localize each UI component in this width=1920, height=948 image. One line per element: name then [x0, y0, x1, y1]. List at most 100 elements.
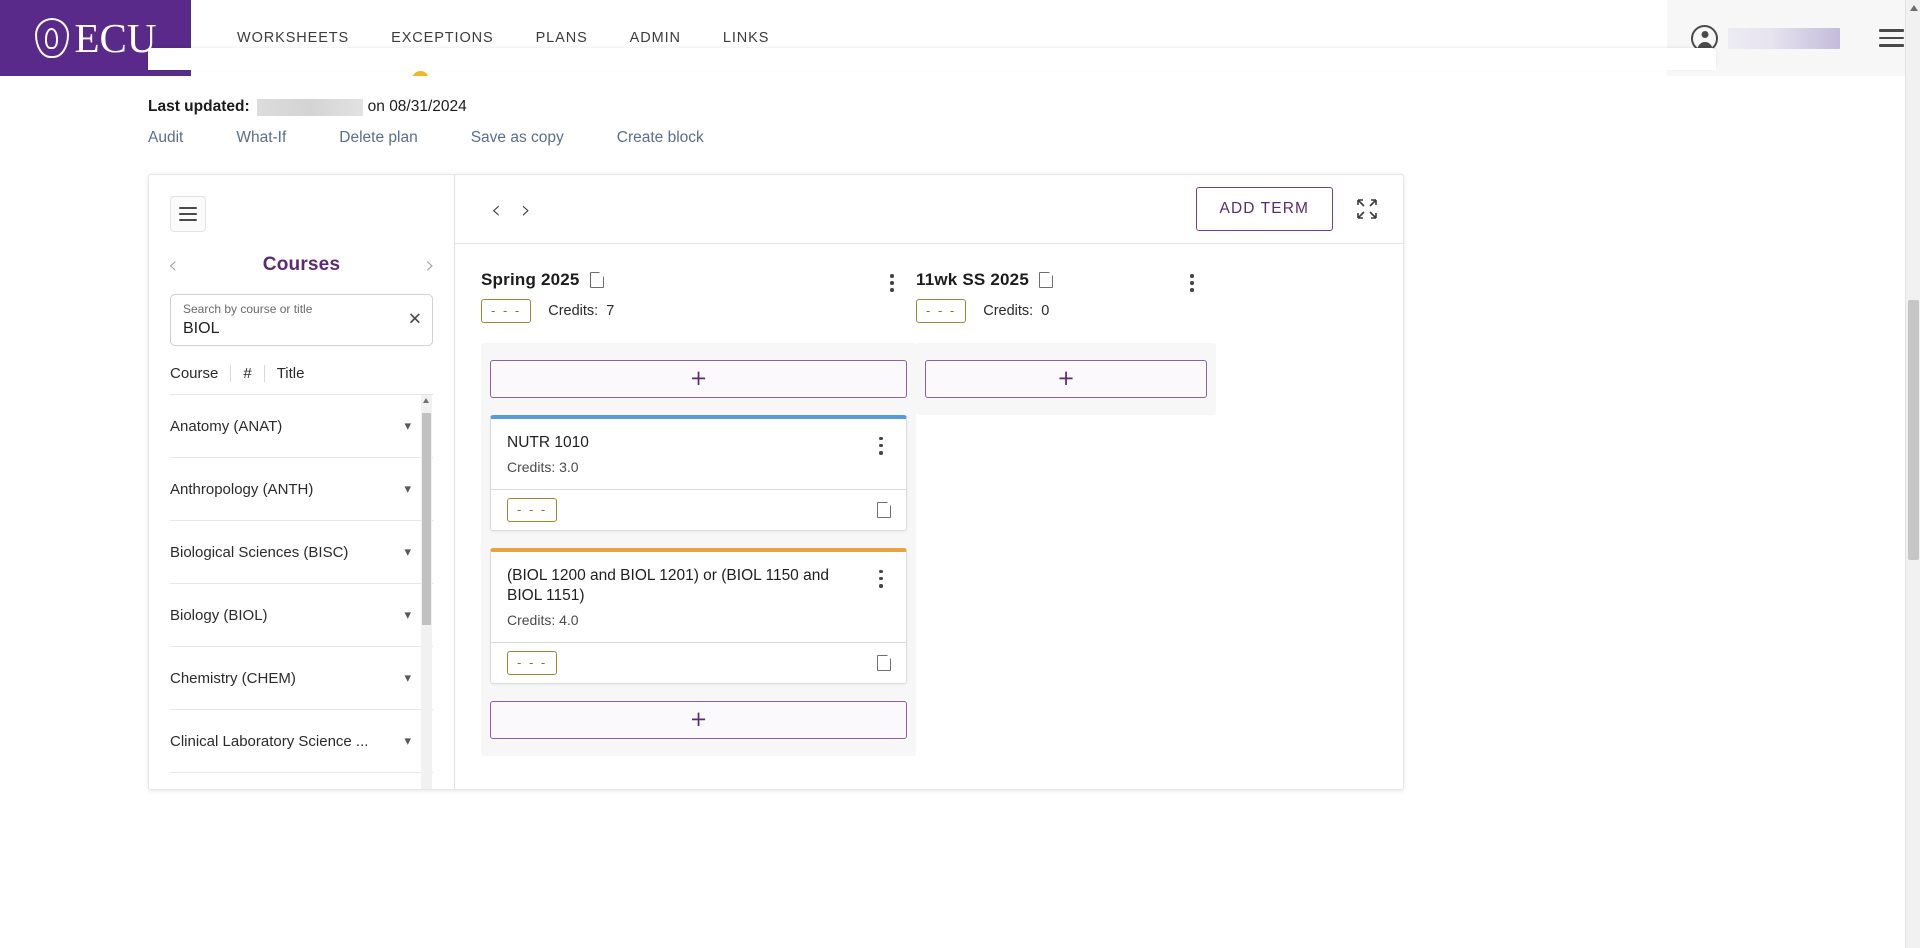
course-credits-label: Credits:	[507, 611, 556, 628]
save-as-copy-link[interactable]: Save as copy	[471, 129, 564, 147]
plan-actions-row: Audit What-If Delete plan Save as copy C…	[0, 116, 1920, 147]
list-item[interactable]: Biology (BIOL) ▾	[170, 584, 433, 647]
kebab-dot	[879, 583, 883, 588]
clear-search-icon[interactable]: ✕	[408, 311, 422, 329]
next-term-icon[interactable]: ›	[511, 197, 541, 222]
create-block-link[interactable]: Create block	[617, 129, 704, 147]
ecu-seal-icon	[34, 18, 69, 58]
last-updated-user-redacted	[256, 98, 363, 116]
course-panel-title: Courses	[262, 254, 341, 275]
logo-wordmark: ECU	[74, 14, 157, 61]
course-status-badge[interactable]: - - -	[507, 497, 558, 522]
term-options-kebab-icon[interactable]	[882, 270, 902, 292]
term-credits-value: 7	[606, 302, 615, 319]
term-title-line: Spring 2025	[481, 270, 605, 290]
panel-next-chevron-icon[interactable]: ›	[425, 253, 435, 277]
kebab-dot	[890, 274, 894, 278]
subject-list-scrollbar[interactable]	[421, 395, 432, 789]
course-card-footer: - - -	[491, 641, 906, 683]
column-header-number: #	[230, 365, 263, 382]
course-search-input[interactable]: BIOL	[183, 316, 394, 340]
scrollbar-thumb[interactable]	[1908, 300, 1919, 560]
chevron-down-icon[interactable]: ▾	[404, 419, 411, 434]
course-status-badge[interactable]: - - -	[507, 650, 558, 675]
term-credits-label: Credits:	[548, 302, 599, 319]
course-credits-label: Credits:	[507, 458, 556, 475]
course-card-text: (BIOL 1200 and BIOL 1201) or (BIOL 1150 …	[507, 566, 871, 628]
terms-toolbar: ‹ › ADD TERM	[455, 175, 1403, 244]
scroll-up-arrow-icon[interactable]	[423, 398, 429, 403]
column-header-title: Title	[263, 365, 304, 382]
course-search-panel: ‹ Courses › Search by course or title BI…	[149, 175, 455, 789]
page-body: Last updated: on 08/31/2024 Audit What-I…	[0, 76, 1920, 948]
course-card-main: NUTR 1010 Credits: 3.0	[491, 419, 906, 489]
toggle-line	[179, 206, 197, 209]
subject-label: Anthropology (ANTH)	[170, 480, 314, 498]
term-status-badge[interactable]: - - -	[916, 298, 967, 323]
last-updated-date: 08/31/2024	[389, 98, 467, 115]
add-course-slot-bottom[interactable]: +	[490, 700, 907, 739]
note-icon[interactable]	[877, 654, 892, 671]
course-options-kebab-icon[interactable]	[871, 433, 891, 455]
term-title-line: 11wk SS 2025	[916, 270, 1054, 290]
delete-plan-link[interactable]: Delete plan	[339, 129, 417, 147]
term-options-kebab-icon[interactable]	[1182, 270, 1202, 292]
scroll-up-arrow-icon[interactable]	[1910, 5, 1918, 11]
add-term-button[interactable]: ADD TERM	[1195, 187, 1333, 231]
last-updated-on-word: on	[367, 98, 385, 115]
course-search-label: Search by course or title	[183, 302, 313, 316]
add-course-slot-top[interactable]: +	[490, 359, 907, 398]
list-item[interactable]: Anatomy (ANAT) ▾	[170, 395, 433, 458]
fullscreen-expand-icon[interactable]	[1355, 197, 1379, 221]
note-icon[interactable]	[1039, 271, 1054, 288]
chevron-down-icon[interactable]: ▾	[404, 671, 411, 686]
add-course-slot-top[interactable]: +	[925, 359, 1207, 398]
course-list-header: Course # Title	[170, 365, 433, 395]
course-card[interactable]: NUTR 1010 Credits: 3.0 - - -	[490, 414, 907, 531]
course-card[interactable]: (BIOL 1200 and BIOL 1201) or (BIOL 1150 …	[490, 547, 907, 684]
note-icon[interactable]	[589, 271, 605, 288]
list-item[interactable]: Clinical Laboratory Science ... ▾	[170, 710, 433, 773]
term-subheader: - - - Credits: 0	[916, 298, 1216, 323]
chevron-down-icon[interactable]: ▾	[404, 545, 411, 560]
page-scrollbar[interactable]	[1905, 0, 1920, 948]
course-title: (BIOL 1200 and BIOL 1201) or (BIOL 1150 …	[507, 566, 829, 604]
subject-label: Anatomy (ANAT)	[170, 417, 283, 435]
list-item[interactable]: Biological Sciences (BISC) ▾	[170, 521, 433, 584]
kebab-dot	[1190, 274, 1194, 278]
what-if-link[interactable]: What-If	[236, 129, 286, 147]
term-credits: Credits: 0	[983, 303, 1049, 319]
chevron-down-icon[interactable]: ▾	[404, 734, 411, 749]
scrollbar-thumb[interactable]	[422, 413, 431, 625]
course-card-text: NUTR 1010 Credits: 3.0	[507, 433, 871, 475]
list-item[interactable]: Chemistry (CHEM) ▾	[170, 647, 433, 710]
note-icon[interactable]	[877, 501, 892, 518]
course-credits: Credits: 4.0	[507, 612, 861, 628]
chevron-down-icon[interactable]: ▾	[404, 482, 411, 497]
panel-prev-chevron-icon[interactable]: ‹	[168, 253, 178, 277]
column-header-course: Course	[170, 365, 219, 382]
logo-mark: ECU	[34, 14, 157, 61]
subject-label: Biological Sciences (BISC)	[170, 543, 349, 561]
course-options-kebab-icon[interactable]	[871, 566, 891, 588]
planner-container: ‹ Courses › Search by course or title BI…	[148, 174, 1404, 790]
kebab-dot	[890, 288, 894, 292]
subject-list: Anatomy (ANAT) ▾ Anthropology (ANTH) ▾ B…	[170, 395, 433, 789]
term-credits: Credits: 7	[548, 303, 614, 319]
list-item[interactable]: Anthropology (ANTH) ▾	[170, 458, 433, 521]
term-header: 11wk SS 2025	[916, 270, 1216, 292]
chevron-down-icon[interactable]: ▾	[404, 608, 411, 623]
kebab-dot	[879, 450, 883, 455]
kebab-dot	[879, 576, 883, 581]
audit-link[interactable]: Audit	[148, 129, 183, 147]
term-column-11wk-ss-2025: 11wk SS 2025 - - - Credits: 0 +	[916, 270, 1216, 789]
term-name: 11wk SS 2025	[916, 270, 1029, 289]
previous-term-icon[interactable]: ‹	[481, 197, 511, 222]
course-panel-header: ‹ Courses ›	[149, 232, 454, 277]
course-search-field[interactable]: Search by course or title BIOL ✕	[170, 294, 433, 346]
course-card-footer: - - -	[491, 488, 906, 530]
panel-collapse-toggle-icon[interactable]	[170, 196, 206, 232]
course-title: NUTR 1010	[507, 433, 589, 451]
course-credits: Credits: 3.0	[507, 459, 861, 475]
term-status-badge[interactable]: - - -	[481, 298, 532, 323]
